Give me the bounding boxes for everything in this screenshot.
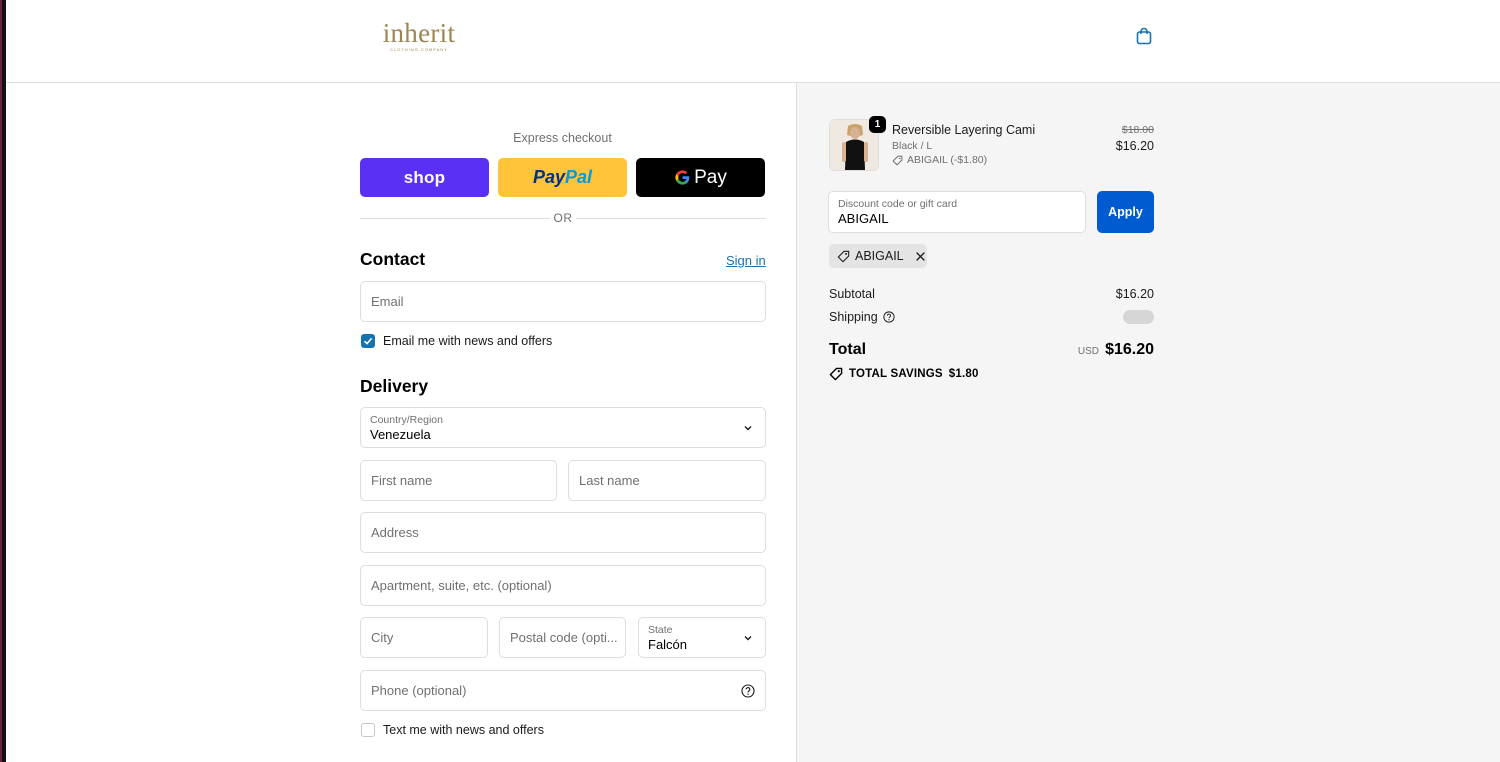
chevron-down-icon: [744, 636, 752, 641]
help-circle-icon[interactable]: [741, 684, 755, 698]
shipping-row: Shipping: [829, 310, 895, 324]
state-label: State: [648, 624, 673, 636]
discount-code-value: ABIGAIL: [838, 211, 889, 226]
state-select[interactable]: State Falcón: [638, 617, 766, 658]
text-news-label: Text me with news and offers: [383, 723, 544, 737]
shop-pay-button[interactable]: shop: [360, 158, 489, 197]
apply-button[interactable]: Apply: [1097, 191, 1154, 233]
phone-placeholder: Phone (optional): [371, 683, 467, 698]
close-icon[interactable]: [915, 251, 926, 262]
google-pay-label: Pay: [694, 166, 727, 188]
delivery-heading: Delivery: [360, 376, 429, 396]
city-placeholder: City: [371, 630, 394, 645]
logo-wordmark: inherit: [382, 18, 456, 48]
shopping-bag-icon: [1136, 27, 1152, 45]
help-circle-icon[interactable]: [883, 311, 895, 323]
postal-code-field[interactable]: Postal code (opti...: [499, 617, 626, 658]
postal-code-placeholder: Postal code (opti...: [510, 630, 618, 645]
text-news-option[interactable]: Text me with news and offers: [361, 723, 544, 737]
contact-heading: Contact: [360, 249, 426, 269]
country-value: Venezuela: [370, 427, 431, 442]
cart-button[interactable]: [1134, 25, 1154, 47]
quantity-badge: 1: [869, 116, 886, 133]
product-variant: Black / L: [892, 140, 933, 152]
total-savings: TOTAL SAVINGS $1.80: [829, 367, 979, 381]
tag-icon: [837, 250, 850, 262]
email-news-label: Email me with news and offers: [383, 334, 553, 348]
or-divider-text: OR: [550, 211, 576, 225]
email-news-option[interactable]: Email me with news and offers: [361, 334, 552, 348]
express-checkout-title: Express checkout: [513, 131, 612, 145]
chevron-down-icon: [744, 426, 752, 431]
shipping-label: Shipping: [829, 310, 878, 324]
shipping-loading-placeholder: [1123, 310, 1154, 324]
product-price-original: $18.00: [1121, 124, 1154, 136]
paypal-label-part2: Pal: [565, 167, 593, 187]
last-name-placeholder: Last name: [579, 473, 640, 488]
paypal-label-part1: Pay: [532, 167, 565, 187]
email-news-checkbox[interactable]: [361, 334, 375, 348]
apartment-field[interactable]: Apartment, suite, etc. (optional): [360, 565, 766, 606]
store-logo[interactable]: inherit CLOTHING COMPANY: [372, 18, 466, 53]
express-checkout-section: Express checkout: [6, 131, 796, 145]
product-price-final: $16.20: [1115, 139, 1154, 153]
tag-icon: [892, 155, 903, 165]
country-select[interactable]: Country/Region Venezuela: [360, 407, 766, 448]
address-placeholder: Address: [371, 525, 419, 540]
first-name-field[interactable]: First name: [360, 460, 557, 501]
applied-discount-chip: ABIGAIL: [829, 244, 927, 268]
site-header: inherit CLOTHING COMPANY: [6, 0, 1500, 83]
phone-field[interactable]: Phone (optional): [360, 670, 766, 711]
total-label: Total: [829, 341, 867, 358]
state-value: Falcón: [648, 637, 688, 652]
google-g-icon: [675, 170, 690, 185]
email-placeholder: Email: [371, 294, 404, 309]
product-discount-text: ABIGAIL (-$1.80): [907, 154, 988, 166]
shop-pay-label: shop: [403, 167, 446, 187]
checkmark-icon: [363, 337, 373, 345]
email-field[interactable]: Email: [360, 281, 766, 322]
discount-code-label: Discount code or gift card: [838, 198, 958, 210]
subtotal-label: Subtotal: [829, 287, 875, 301]
apartment-placeholder: Apartment, suite, etc. (optional): [371, 578, 552, 593]
country-label: Country/Region: [370, 414, 443, 426]
paypal-button[interactable]: Pay Pal: [498, 158, 627, 197]
sign-in-link[interactable]: Sign in: [726, 253, 766, 268]
discount-code-field[interactable]: Discount code or gift card ABIGAIL: [828, 191, 1086, 233]
total-savings-value: $1.80: [948, 368, 979, 380]
text-news-checkbox[interactable]: [361, 723, 375, 737]
subtotal-value: $16.20: [1115, 287, 1154, 301]
applied-discount-code: ABIGAIL: [855, 249, 904, 263]
city-field[interactable]: City: [360, 617, 488, 658]
address-field[interactable]: Address: [360, 512, 766, 553]
google-pay-button[interactable]: Pay: [636, 158, 765, 197]
product-discount: ABIGAIL (-$1.80): [892, 154, 987, 166]
tag-icon: [829, 367, 843, 381]
total-savings-label: TOTAL SAVINGS: [849, 368, 943, 380]
first-name-placeholder: First name: [371, 473, 433, 488]
order-summary-column: 1 Reversible Layering Cami Black / L ABI…: [796, 83, 1500, 762]
total-value: $16.20: [1105, 341, 1154, 358]
product-name: Reversible Layering Cami: [892, 123, 1036, 137]
last-name-field[interactable]: Last name: [568, 460, 766, 501]
checkout-form-column: Express checkout shop Pay Pal Pay OR Cont…: [6, 83, 796, 762]
